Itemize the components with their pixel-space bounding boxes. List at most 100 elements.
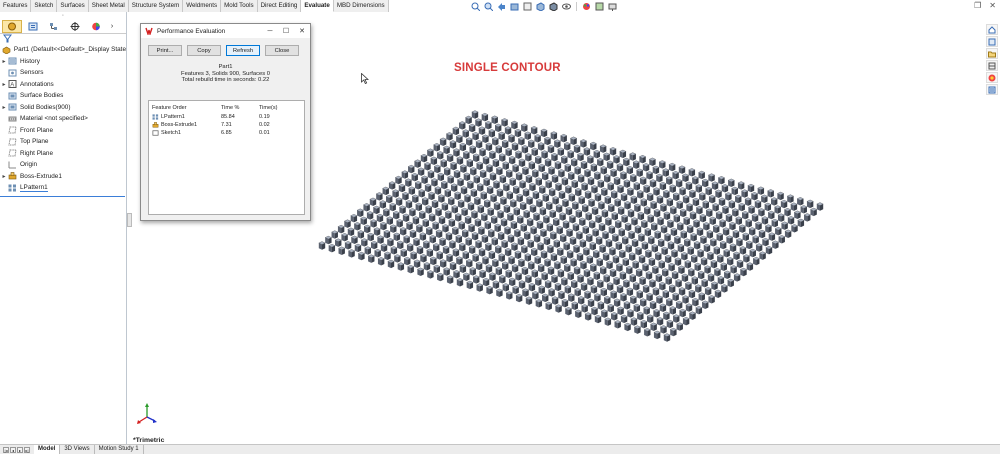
pattern-block[interactable] bbox=[443, 167, 451, 176]
pattern-block[interactable] bbox=[549, 209, 557, 219]
zoom-to-area-icon[interactable] bbox=[483, 1, 494, 11]
pattern-block[interactable] bbox=[555, 204, 563, 213]
previous-view-icon[interactable] bbox=[496, 1, 507, 11]
pattern-block[interactable] bbox=[479, 169, 487, 179]
pattern-block[interactable] bbox=[441, 224, 450, 233]
pattern-block[interactable] bbox=[559, 212, 567, 221]
pattern-block[interactable] bbox=[717, 276, 725, 285]
pattern-block[interactable] bbox=[578, 217, 586, 227]
pattern-block[interactable] bbox=[523, 210, 531, 219]
pattern-block[interactable] bbox=[624, 322, 632, 332]
pattern-block[interactable] bbox=[469, 167, 477, 176]
pattern-block[interactable] bbox=[670, 249, 679, 258]
pattern-block[interactable] bbox=[427, 170, 435, 179]
pattern-block[interactable] bbox=[475, 140, 483, 149]
pattern-block[interactable] bbox=[477, 226, 485, 235]
pattern-block[interactable] bbox=[489, 172, 497, 181]
pattern-block[interactable] bbox=[701, 300, 709, 309]
pattern-block[interactable] bbox=[399, 227, 407, 236]
pattern-block[interactable] bbox=[706, 251, 714, 261]
pattern-block[interactable] bbox=[535, 177, 543, 186]
pattern-block[interactable] bbox=[364, 246, 372, 255]
pattern-block[interactable] bbox=[664, 254, 672, 264]
pattern-block[interactable] bbox=[481, 112, 489, 122]
pattern-block[interactable] bbox=[767, 189, 775, 198]
pattern-block[interactable] bbox=[714, 289, 722, 299]
pattern-block[interactable] bbox=[574, 187, 582, 197]
pattern-block[interactable] bbox=[509, 199, 517, 208]
pattern-block[interactable] bbox=[556, 247, 564, 256]
pattern-block[interactable] bbox=[659, 325, 668, 334]
pattern-block[interactable] bbox=[606, 260, 614, 270]
pattern-block[interactable] bbox=[663, 211, 671, 220]
panel-collapse-handle[interactable] bbox=[127, 213, 132, 227]
pattern-block[interactable] bbox=[385, 194, 393, 204]
pattern-block[interactable] bbox=[704, 287, 712, 296]
pattern-block[interactable] bbox=[446, 253, 454, 263]
view-palette-icon[interactable] bbox=[986, 60, 998, 71]
pattern-block[interactable] bbox=[424, 183, 432, 193]
pattern-block[interactable] bbox=[564, 285, 572, 294]
pattern-block[interactable] bbox=[568, 193, 576, 202]
pattern-block[interactable] bbox=[652, 287, 660, 296]
pattern-block[interactable] bbox=[567, 150, 575, 159]
pattern-block[interactable] bbox=[337, 224, 345, 234]
pattern-block[interactable] bbox=[547, 266, 555, 275]
pattern-block[interactable] bbox=[475, 261, 483, 271]
pattern-block[interactable] bbox=[748, 205, 756, 214]
tab-features[interactable]: Features bbox=[0, 0, 32, 12]
pattern-block[interactable] bbox=[797, 218, 805, 228]
pattern-block[interactable] bbox=[567, 293, 575, 302]
pattern-block[interactable] bbox=[560, 277, 568, 286]
pattern-block[interactable] bbox=[521, 166, 530, 176]
pattern-block[interactable] bbox=[682, 195, 690, 204]
pattern-block[interactable] bbox=[402, 213, 410, 223]
pattern-block[interactable] bbox=[639, 176, 647, 186]
pattern-block[interactable] bbox=[548, 188, 556, 197]
pattern-block[interactable] bbox=[474, 118, 483, 127]
pattern-block[interactable] bbox=[759, 251, 767, 260]
tab-mold-tools[interactable]: Mold Tools bbox=[221, 0, 258, 12]
pattern-block[interactable] bbox=[521, 145, 529, 154]
pattern-block[interactable] bbox=[643, 184, 651, 194]
pattern-block[interactable] bbox=[570, 258, 578, 267]
design-library-icon[interactable] bbox=[986, 36, 998, 47]
pattern-block[interactable] bbox=[590, 306, 599, 316]
pattern-block[interactable] bbox=[662, 168, 670, 177]
pattern-block[interactable] bbox=[537, 263, 545, 273]
pattern-block[interactable] bbox=[545, 180, 553, 189]
pattern-block[interactable] bbox=[610, 168, 618, 178]
pattern-block[interactable] bbox=[496, 188, 504, 197]
pattern-block[interactable] bbox=[633, 203, 641, 213]
pattern-block[interactable] bbox=[465, 237, 473, 246]
pattern-block[interactable] bbox=[683, 216, 691, 226]
pattern-block[interactable] bbox=[659, 303, 667, 312]
pattern-block[interactable] bbox=[538, 285, 546, 294]
pattern-block[interactable] bbox=[590, 185, 599, 194]
pattern-block[interactable] bbox=[588, 198, 596, 208]
pattern-block[interactable] bbox=[636, 190, 644, 199]
pattern-block[interactable] bbox=[415, 224, 423, 233]
tree-item[interactable]: ▸ Boss-Extrude1 bbox=[0, 171, 126, 183]
pattern-block[interactable] bbox=[572, 244, 581, 254]
pattern-block[interactable] bbox=[405, 221, 414, 231]
pattern-block[interactable] bbox=[480, 213, 488, 222]
pattern-block[interactable] bbox=[752, 235, 760, 244]
pattern-block[interactable] bbox=[338, 246, 346, 255]
pattern-block[interactable] bbox=[669, 306, 677, 315]
pattern-block[interactable] bbox=[494, 245, 502, 254]
pattern-block[interactable] bbox=[738, 224, 746, 233]
pattern-block[interactable] bbox=[435, 229, 443, 238]
pattern-block[interactable] bbox=[488, 272, 497, 281]
property-manager-tab[interactable] bbox=[23, 20, 43, 33]
pattern-block[interactable] bbox=[606, 282, 614, 291]
pattern-block[interactable] bbox=[360, 216, 368, 226]
pattern-block[interactable] bbox=[510, 220, 518, 230]
tree-item[interactable]: ▸ Solid Bodies(900) bbox=[0, 102, 126, 114]
pattern-block[interactable] bbox=[495, 145, 503, 154]
pattern-block[interactable] bbox=[586, 255, 594, 264]
expand-arrow-icon[interactable]: ▸ bbox=[0, 104, 8, 111]
pattern-block[interactable] bbox=[433, 164, 441, 174]
pattern-block[interactable] bbox=[705, 186, 713, 196]
pattern-block[interactable] bbox=[681, 273, 689, 283]
